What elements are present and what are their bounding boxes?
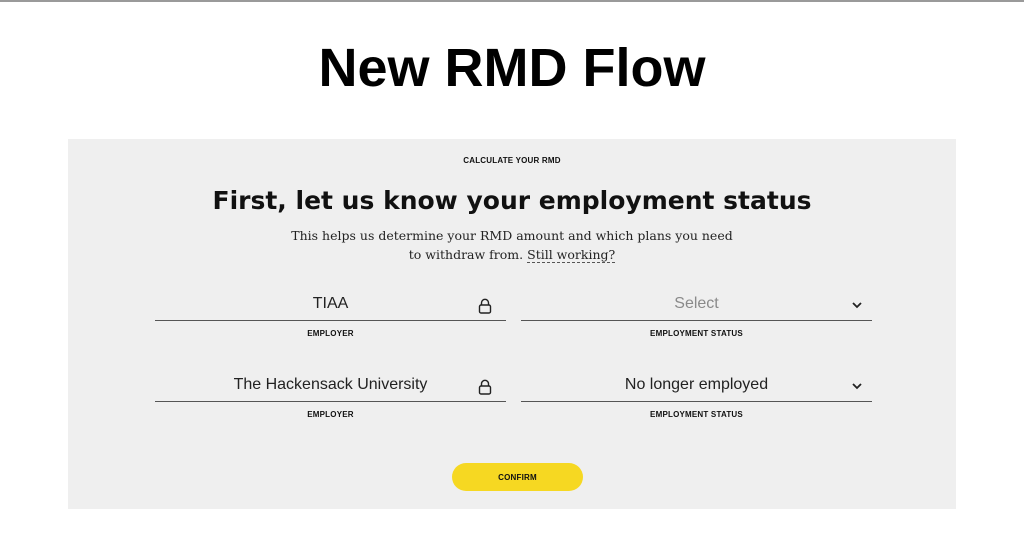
form-eyebrow: CALCULATE YOUR RMD bbox=[463, 156, 561, 165]
lock-icon bbox=[478, 298, 492, 314]
employment-status-value-2: No longer employed bbox=[624, 376, 769, 393]
chevron-down-icon bbox=[852, 302, 862, 309]
employment-status-select-2[interactable]: No longer employed bbox=[521, 372, 872, 402]
slide: New RMD Flow CALCULATE YOUR RMD First, l… bbox=[0, 0, 1024, 541]
employer-label-1: EMPLOYER bbox=[307, 329, 354, 338]
employment-status-select-1[interactable]: Select bbox=[521, 291, 872, 321]
employer-value-1: TIAA bbox=[312, 295, 349, 312]
employment-status-label-1: EMPLOYMENT STATUS bbox=[650, 329, 743, 338]
form-subtext: This helps us determine your RMD amount … bbox=[282, 226, 742, 264]
employer-value-2: The Hackensack University bbox=[233, 376, 428, 393]
subtext-line-1: This helps us determine your RMD amount … bbox=[291, 228, 733, 243]
form-heading: First, let us know your employment statu… bbox=[212, 186, 812, 215]
lock-icon bbox=[478, 379, 492, 395]
employer-field-2: The Hackensack University bbox=[155, 372, 506, 402]
employer-field-1: TIAA bbox=[155, 291, 506, 321]
still-working-link[interactable]: Still working? bbox=[527, 247, 616, 263]
employment-status-value-1: Select bbox=[674, 295, 719, 312]
rmd-form-panel: CALCULATE YOUR RMD First, let us know yo… bbox=[68, 139, 956, 509]
employer-label-2: EMPLOYER bbox=[307, 410, 354, 419]
employment-status-label-2: EMPLOYMENT STATUS bbox=[650, 410, 743, 419]
chevron-down-icon bbox=[852, 383, 862, 390]
confirm-button[interactable]: CONFIRM bbox=[452, 463, 583, 491]
slide-title: New RMD Flow bbox=[318, 38, 706, 98]
subtext-line-2: to withdraw from. bbox=[408, 247, 524, 262]
